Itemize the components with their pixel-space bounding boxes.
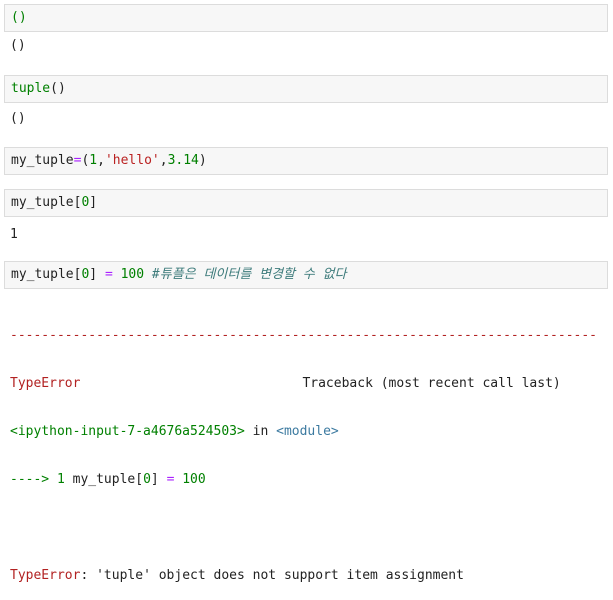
error-code-b: ] <box>150 472 167 487</box>
error-type-label: TypeError <box>10 376 81 391</box>
error-code-index: 0 <box>143 472 151 487</box>
code-cell-5-input[interactable]: my_tuple[0] = 100 #튜플은 데이터를 변경할 수 없다 <box>4 261 608 289</box>
code-token: ] <box>89 267 105 282</box>
traceback-header: Traceback (most recent call last) <box>302 376 561 391</box>
code-token: () <box>50 81 66 96</box>
code-token: my_tuple <box>11 153 74 168</box>
code-cell-4-output: 1 <box>10 227 18 242</box>
code-cell-4-input[interactable]: my_tuple[0] <box>4 189 608 217</box>
code-token: 100 <box>120 267 145 282</box>
code-token: , <box>97 153 105 168</box>
code-token: ) <box>198 153 207 168</box>
final-error-type: TypeError <box>10 568 81 583</box>
code-token: tuple <box>11 81 51 96</box>
error-code-a: my_tuple[ <box>72 472 144 487</box>
code-token: , <box>159 153 168 168</box>
code-token: 'hello' <box>104 153 160 168</box>
code-token: #튜플은 데이터를 변경할 수 없다 <box>144 267 347 282</box>
ipython-input-ref: <ipython-input-7-a4676a524503> <box>10 424 245 439</box>
code-token: my_tuple[ <box>11 267 82 282</box>
error-code-eq: = <box>166 472 175 487</box>
error-arrow: ----> 1 <box>10 472 73 487</box>
code-token: ] <box>89 195 98 210</box>
error-traceback-output: ----------------------------------------… <box>10 296 610 600</box>
code-token: () <box>11 10 27 25</box>
code-token: 3.14 <box>167 153 199 168</box>
error-code-value: 100 <box>174 472 206 487</box>
code-cell-1-input[interactable]: () <box>4 4 608 32</box>
traceback-separator: ----------------------------------------… <box>10 328 597 343</box>
code-cell-1-output: () <box>10 38 26 53</box>
code-token: my_tuple[ <box>11 195 82 210</box>
code-cell-2-output: () <box>10 111 26 126</box>
code-cell-3-input[interactable]: my_tuple=(1,'hello',3.14) <box>4 147 608 175</box>
final-error-message: : 'tuple' object does not support item a… <box>80 568 464 583</box>
module-ref: <module> <box>276 424 339 439</box>
code-cell-2-input[interactable]: tuple() <box>4 75 608 103</box>
code-token: 1 <box>89 153 98 168</box>
code-token: = <box>104 267 113 282</box>
in-word: in <box>244 424 277 439</box>
